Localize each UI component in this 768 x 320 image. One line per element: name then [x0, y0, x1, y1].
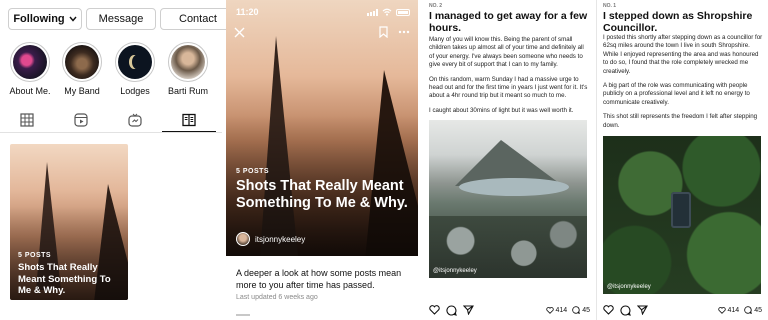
post-body: Many of you will know this. Being the pa…: [429, 36, 589, 121]
highlight-label: Lodges: [120, 86, 150, 96]
guides-icon: [182, 113, 196, 127]
photo-watermark: @itsjonnykeeley: [433, 268, 477, 274]
post-paragraph: Many of you will know this. Being the pa…: [429, 36, 584, 69]
post-actions: 414 45: [603, 304, 762, 316]
highlight-cover-image: [171, 45, 205, 79]
post-stats: 414 45: [545, 306, 590, 314]
bookmark-icon[interactable]: [379, 26, 388, 38]
tab-igtv[interactable]: [108, 108, 162, 132]
post-title: I stepped down as Shropshire Councillor.: [603, 10, 753, 34]
wifi-icon: [382, 8, 392, 16]
guide-card[interactable]: 5 POSTS Shots That Really Meant Somethin…: [10, 144, 128, 300]
highlight-barti-rum[interactable]: Barti Rum: [164, 42, 212, 96]
more-icon[interactable]: [398, 30, 410, 34]
chevron-down-icon: [69, 16, 77, 22]
following-label: Following: [13, 13, 65, 25]
profile-panel: Following Message Contact About Me. My B…: [0, 0, 230, 320]
highlight-cover-image: [118, 45, 152, 79]
post-photo[interactable]: @itsjonnykeeley: [603, 136, 761, 294]
tab-grid[interactable]: [0, 108, 54, 132]
igtv-icon: [128, 113, 142, 127]
tabs-divider: [0, 132, 222, 133]
highlight-cover-image: [65, 45, 99, 79]
grid-icon: [20, 113, 34, 127]
signal-icon: [367, 8, 378, 16]
guide-toolbar: [234, 24, 410, 40]
likes-value: 414: [555, 306, 568, 314]
guide-author[interactable]: itsjonnykeeley: [236, 232, 305, 246]
share-icon[interactable]: [463, 305, 474, 315]
post-paragraph: On this random, warm Sunday I had a mass…: [429, 75, 588, 100]
scroll-handle[interactable]: [236, 314, 250, 316]
likes-count: 414: [717, 306, 740, 314]
message-label: Message: [98, 13, 144, 25]
post-paragraph: A big part of the role was communicating…: [603, 82, 750, 106]
post-paragraph: This shot still represents the freedom I…: [603, 113, 758, 129]
post-paragraph: I posted this shortly after stepping dow…: [603, 34, 763, 75]
comment-icon[interactable]: [446, 304, 457, 316]
close-icon[interactable]: [234, 27, 245, 38]
guide-panel: 11:20 5 POSTS Shots That Really Meant So…: [226, 0, 418, 320]
photo-lake: [459, 178, 569, 196]
tab-reels[interactable]: [54, 108, 108, 132]
highlight-cover-image: [13, 45, 47, 79]
status-icons: [367, 8, 410, 16]
share-icon[interactable]: [637, 305, 648, 315]
guide-title: Shots That Really Meant Something To Me …: [236, 178, 408, 211]
likes-count: 414: [545, 306, 568, 314]
post-body: I posted this shortly after stepping dow…: [603, 34, 763, 136]
status-time: 11:20: [236, 7, 259, 17]
comments-value: 45: [582, 306, 590, 314]
highlight-lodges[interactable]: Lodges: [111, 42, 159, 96]
comments-value: 45: [754, 306, 762, 314]
contact-label: Contact: [179, 13, 217, 25]
panel-divider: [596, 0, 597, 320]
highlight-ring: [168, 42, 208, 82]
likes-value: 414: [727, 306, 740, 314]
highlight-my-band[interactable]: My Band: [58, 42, 106, 96]
comment-icon[interactable]: [620, 304, 631, 316]
post-number: NO. 2: [429, 3, 443, 9]
post-actions: 414 45: [429, 304, 590, 316]
author-username: itsjonnykeeley: [255, 234, 306, 244]
heart-icon[interactable]: [603, 305, 614, 315]
guide-card-title: Shots That Really Meant Something To Me …: [18, 262, 111, 296]
guide-post-1: NO. 1 I stepped down as Shropshire Counc…: [598, 0, 768, 320]
highlight-label: Barti Rum: [167, 86, 208, 96]
highlight-about-me[interactable]: About Me.: [6, 42, 54, 96]
photo-watermark: @itsjonnykeeley: [607, 284, 651, 290]
post-stats: 414 45: [717, 306, 762, 314]
guide-posts-count: 5 POSTS: [236, 168, 270, 175]
heart-icon[interactable]: [429, 305, 440, 315]
comments-count: 45: [744, 306, 762, 314]
highlight-ring: [62, 42, 102, 82]
guide-card-count: 5 POSTS: [18, 252, 52, 259]
guide-description: A deeper a look at how some posts mean m…: [236, 268, 402, 290]
highlight-label: About Me.: [9, 86, 51, 96]
highlight-label: My Band: [64, 86, 100, 96]
highlight-ring: [115, 42, 155, 82]
battery-icon: [396, 8, 410, 16]
post-number: NO. 1: [603, 3, 617, 9]
tab-guides[interactable]: [162, 108, 216, 132]
guide-cover-image: 11:20 5 POSTS Shots That Really Meant So…: [226, 0, 418, 256]
profile-tabs: [0, 108, 222, 132]
avatar: [236, 232, 250, 246]
contact-button[interactable]: Contact: [160, 8, 230, 30]
post-title: I managed to get away for a few hours.: [429, 10, 588, 34]
following-button[interactable]: Following: [8, 8, 82, 30]
guide-updated: Last updated 6 weeks ago: [236, 294, 318, 301]
message-button[interactable]: Message: [86, 8, 156, 30]
comments-count: 45: [572, 306, 590, 314]
post-photo[interactable]: @itsjonnykeeley: [429, 120, 587, 278]
post-paragraph: I caught about 30mins of light but it wa…: [429, 106, 574, 114]
photo-phone: [671, 192, 691, 228]
highlight-ring: [10, 42, 50, 82]
status-bar: 11:20: [236, 6, 410, 18]
guide-post-2: NO. 2 I managed to get away for a few ho…: [424, 0, 596, 320]
reels-icon: [74, 113, 88, 127]
